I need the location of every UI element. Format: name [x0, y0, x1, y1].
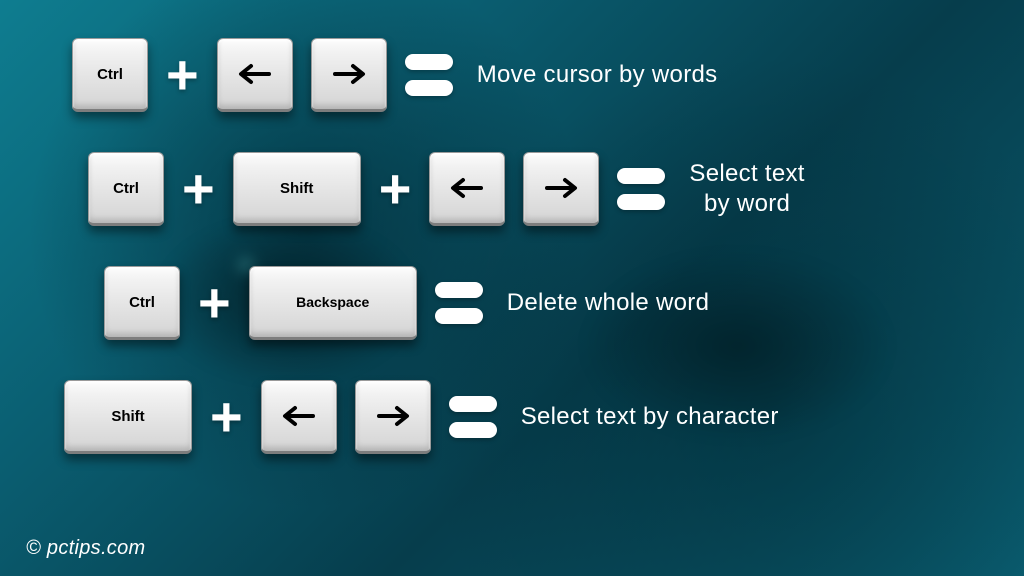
key-arrow-left: [217, 38, 293, 112]
shortcut-list: Ctrl + Move cursor by words Ctrl + Shift…: [0, 0, 1024, 454]
arrow-left-icon: [447, 176, 487, 200]
arrow-right-icon: [541, 176, 581, 200]
arrow-right-icon: [373, 404, 413, 428]
plus-icon: +: [379, 161, 412, 217]
key-arrow-right: [311, 38, 387, 112]
key-arrow-right: [355, 380, 431, 454]
key-arrow-left: [429, 152, 505, 226]
arrow-right-icon: [329, 62, 369, 86]
shortcut-row: Ctrl + Move cursor by words: [72, 38, 974, 112]
equals-icon: [617, 168, 665, 210]
shortcut-description: Delete whole word: [507, 289, 710, 317]
equals-icon: [449, 396, 497, 438]
shortcut-row: Ctrl + Backspace Delete whole word: [104, 266, 974, 340]
equals-icon: [405, 54, 453, 96]
shortcut-description: Select textby word: [689, 159, 804, 219]
shortcut-description: Move cursor by words: [477, 61, 718, 89]
key-shift: Shift: [233, 152, 361, 226]
plus-icon: +: [210, 389, 243, 445]
key-shift: Shift: [64, 380, 192, 454]
shortcut-row: Shift + Select text by character: [64, 380, 974, 454]
credit-text: © pctips.com: [26, 537, 145, 560]
key-arrow-left: [261, 380, 337, 454]
key-arrow-right: [523, 152, 599, 226]
plus-icon: +: [198, 275, 231, 331]
key-ctrl: Ctrl: [88, 152, 164, 226]
arrow-left-icon: [235, 62, 275, 86]
key-ctrl: Ctrl: [104, 266, 180, 340]
equals-icon: [435, 282, 483, 324]
plus-icon: +: [182, 161, 215, 217]
key-backspace: Backspace: [249, 266, 417, 340]
arrow-left-icon: [279, 404, 319, 428]
shortcut-row: Ctrl + Shift + Select textby word: [88, 152, 974, 226]
key-ctrl: Ctrl: [72, 38, 148, 112]
plus-icon: +: [166, 47, 199, 103]
shortcut-description: Select text by character: [521, 403, 779, 431]
